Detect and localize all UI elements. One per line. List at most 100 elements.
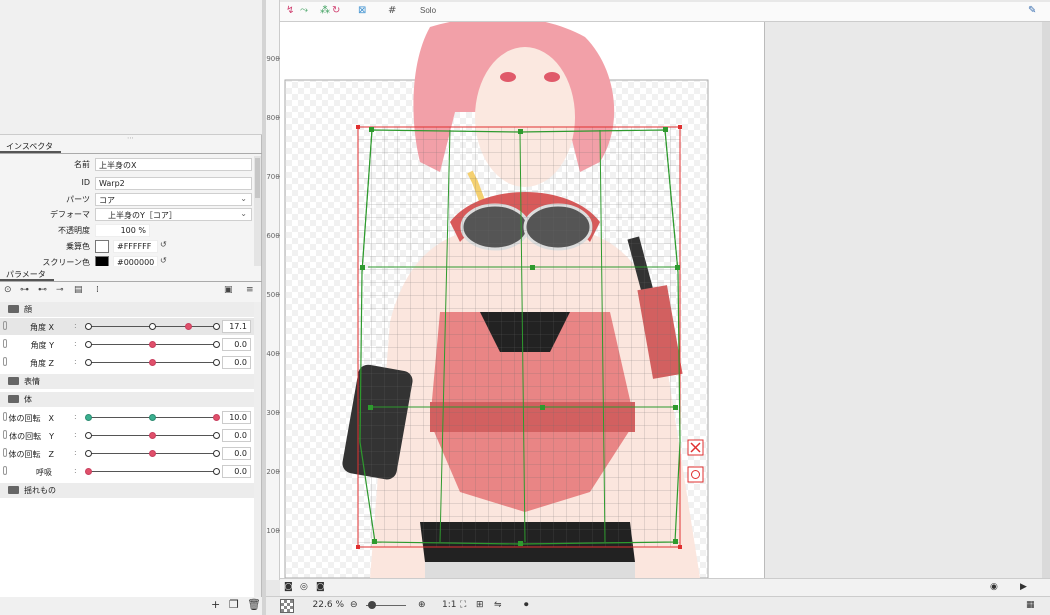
key-point[interactable] xyxy=(85,450,92,457)
slider-handle[interactable] xyxy=(149,432,156,439)
slider-handle[interactable] xyxy=(149,359,156,366)
duplicate-icon[interactable]: ❐ xyxy=(229,598,239,611)
param-row[interactable]: 呼吸: 0.0 xyxy=(0,463,254,480)
link-icon[interactable] xyxy=(3,448,7,457)
parameter-scrollbar[interactable] xyxy=(254,302,261,597)
solo-button[interactable]: Solo xyxy=(420,6,436,20)
key-point[interactable] xyxy=(213,341,220,348)
add-key-icon[interactable]: ⊶ xyxy=(20,285,29,298)
zoom-level[interactable]: 22.6 % xyxy=(310,600,344,610)
param-slider[interactable] xyxy=(85,359,220,366)
grid-icon[interactable]: ⁞ xyxy=(96,285,99,298)
add-three-keys-icon[interactable]: ⊷ xyxy=(38,285,47,298)
param-row[interactable]: 体の回転 Z: 0.0 xyxy=(0,445,254,462)
param-value[interactable]: 10.0 xyxy=(222,411,251,424)
group-expression[interactable]: 表情 xyxy=(0,374,254,389)
param-row[interactable]: 角度 Y: 0.0 xyxy=(0,336,254,353)
reset-icon[interactable]: ↺ xyxy=(160,240,167,249)
rotate-icon[interactable]: ↻ xyxy=(332,5,340,19)
grid-off-icon[interactable]: # xyxy=(388,5,396,19)
link-icon[interactable] xyxy=(3,412,7,421)
zoom-in-icon[interactable]: ⊕ xyxy=(418,600,426,610)
parts-select[interactable]: コア ⌄ xyxy=(95,193,252,206)
key-point[interactable] xyxy=(149,323,156,330)
warp-mesh[interactable] xyxy=(358,127,680,547)
key-point[interactable] xyxy=(213,468,220,475)
link-icon[interactable] xyxy=(3,466,7,475)
group-physics[interactable]: 揺れもの xyxy=(0,483,254,498)
param-slider[interactable] xyxy=(85,450,220,457)
group-face[interactable]: 顔 xyxy=(0,302,254,317)
slider-handle[interactable] xyxy=(149,450,156,457)
capture-icon[interactable]: ◎ xyxy=(300,582,308,592)
param-row[interactable]: 体の回転 Y: 0.0 xyxy=(0,427,254,444)
slider-handle[interactable] xyxy=(85,468,92,475)
collapse-icon[interactable]: ⊙ xyxy=(4,285,12,298)
multiply-color-field[interactable]: #FFFFFF xyxy=(113,240,158,253)
slider-handle[interactable] xyxy=(213,414,220,421)
param-slider[interactable] xyxy=(85,323,220,330)
model-canvas[interactable] xyxy=(280,22,764,578)
screen-color-field[interactable]: #000000 xyxy=(113,256,158,266)
key-point[interactable] xyxy=(149,414,156,421)
key-point[interactable] xyxy=(213,432,220,439)
key-point[interactable] xyxy=(85,414,92,421)
opacity-field[interactable]: 100 % xyxy=(95,224,150,237)
group-body[interactable]: 体 xyxy=(0,392,254,407)
inspector-scrollbar[interactable] xyxy=(254,156,261,266)
key-point[interactable] xyxy=(85,341,92,348)
key-point[interactable] xyxy=(213,323,220,330)
delete-key-icon[interactable]: ⊸ xyxy=(56,285,64,298)
add-icon[interactable]: + xyxy=(211,598,220,611)
key-point[interactable] xyxy=(85,323,92,330)
deformer-select[interactable]: 上半身のY［コア］ ⌄ xyxy=(95,208,252,221)
center-icon[interactable]: ⊞ xyxy=(476,600,484,610)
param-value[interactable]: 0.0 xyxy=(222,429,251,442)
param-value[interactable]: 0.0 xyxy=(222,447,251,460)
viewport-scrollbar[interactable] xyxy=(1042,22,1050,578)
tab-parameters[interactable]: パラメータ xyxy=(0,268,54,281)
link-icon[interactable] xyxy=(3,321,7,330)
background-toggle-icon[interactable] xyxy=(280,599,294,613)
camera-plus-icon[interactable]: ◙ xyxy=(316,582,325,592)
link-icon[interactable] xyxy=(3,357,7,366)
record-icon[interactable]: ◉ xyxy=(990,582,998,592)
param-value[interactable]: 0.0 xyxy=(222,338,251,351)
list-view-icon[interactable]: ▤ xyxy=(74,285,83,298)
toggle-icon[interactable]: ⏺ xyxy=(524,600,529,610)
fit-screen-icon[interactable]: ⛶ xyxy=(460,600,466,610)
bezier-icon[interactable]: ⤳ xyxy=(300,5,308,19)
param-value[interactable]: 0.0 xyxy=(222,465,251,478)
fit-icon[interactable]: ⊠ xyxy=(358,5,366,19)
key-point[interactable] xyxy=(213,359,220,366)
slider-handle[interactable] xyxy=(149,341,156,348)
mesh-edit-icon[interactable]: ⁂ xyxy=(320,5,330,19)
model-view[interactable] xyxy=(280,22,764,578)
layout-icon[interactable]: ▦ xyxy=(1026,600,1035,610)
param-slider[interactable] xyxy=(85,341,220,348)
key-point[interactable] xyxy=(213,450,220,457)
id-field[interactable]: Warp2 xyxy=(95,177,252,190)
link-icon[interactable] xyxy=(3,430,7,439)
param-row[interactable]: 角度 X: 17.1 xyxy=(0,318,254,335)
param-row[interactable]: 体の回転 X: 10.0 xyxy=(0,409,254,426)
deform-path-icon[interactable]: ↯ xyxy=(286,5,294,19)
flip-icon[interactable]: ⇋ xyxy=(494,600,502,610)
actual-size-button[interactable]: 1:1 xyxy=(442,600,456,610)
tab-inspector[interactable]: インスペクタ xyxy=(0,140,61,153)
slider-handle[interactable] xyxy=(184,323,192,330)
menu-icon[interactable]: ≡ xyxy=(246,285,254,298)
param-slider[interactable] xyxy=(85,414,220,421)
link-icon[interactable] xyxy=(3,339,7,348)
multiply-color-swatch[interactable] xyxy=(95,240,109,253)
clipboard-icon[interactable]: ▣ xyxy=(224,285,233,298)
play-icon[interactable]: ▶ xyxy=(1020,582,1027,592)
param-row[interactable]: 角度 Z: 0.0 xyxy=(0,354,254,371)
zoom-slider-handle[interactable] xyxy=(368,601,376,609)
key-point[interactable] xyxy=(85,359,92,366)
camera-icon[interactable]: ◙ xyxy=(284,582,293,592)
param-slider[interactable] xyxy=(85,468,220,475)
param-slider[interactable] xyxy=(85,432,220,439)
reset-icon[interactable]: ↺ xyxy=(160,256,167,265)
name-field[interactable]: 上半身のX xyxy=(95,158,252,171)
